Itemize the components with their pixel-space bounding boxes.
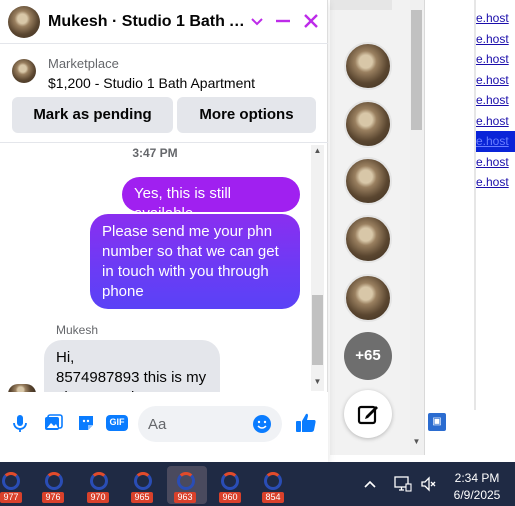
app-icon bbox=[177, 472, 195, 490]
clock-date: 6/9/2025 bbox=[453, 488, 501, 502]
background-link-selected[interactable]: e.host bbox=[476, 131, 515, 152]
chevron-up-icon[interactable] bbox=[363, 478, 377, 492]
background-link[interactable]: e.host bbox=[476, 111, 515, 132]
chat-head-avatar[interactable] bbox=[344, 100, 392, 148]
more-chats-count: +65 bbox=[355, 347, 381, 364]
chat-head-avatar[interactable] bbox=[344, 157, 392, 205]
taskbar-app-button[interactable]: 960 bbox=[211, 466, 251, 504]
notification-badge: 965 bbox=[131, 492, 153, 503]
chat-header[interactable]: Mukesh · Studio 1 Bath Ap... bbox=[0, 0, 328, 44]
notification-badge: 960 bbox=[219, 492, 241, 503]
photo-icon[interactable] bbox=[42, 412, 64, 434]
chat-head-avatar[interactable] bbox=[344, 274, 392, 322]
scroll-up-arrow-icon[interactable]: ▲ bbox=[311, 146, 324, 158]
background-blue-button[interactable]: ▣ bbox=[428, 413, 446, 431]
system-clock[interactable]: 2:34 PM 6/9/2025 bbox=[446, 470, 508, 504]
notification-badge: 977 bbox=[0, 492, 22, 503]
incoming-message-text: Hi, 8574987893 this is my phone number bbox=[56, 349, 207, 392]
outgoing-message[interactable]: Please send me your phn number so that w… bbox=[90, 214, 300, 309]
taskbar-app-button[interactable]: 970 bbox=[80, 466, 120, 504]
background-link[interactable]: e.host bbox=[476, 70, 515, 91]
gif-label: GIF bbox=[109, 417, 125, 427]
background-link[interactable]: e.host bbox=[476, 172, 515, 193]
microphone-icon[interactable] bbox=[9, 412, 31, 434]
background-link[interactable]: e.host bbox=[476, 49, 515, 70]
sticker-icon[interactable] bbox=[75, 412, 97, 434]
marketplace-listing[interactable]: Marketplace $1,200 - Studio 1 Bath Apart… bbox=[0, 52, 328, 92]
panel-top-strip bbox=[330, 0, 392, 10]
chat-window: Mukesh · Studio 1 Bath Ap... Marketplace… bbox=[0, 0, 328, 462]
background-link[interactable]: e.host bbox=[476, 90, 515, 111]
volume-muted-icon[interactable] bbox=[420, 476, 436, 492]
close-icon[interactable] bbox=[300, 10, 322, 32]
taskbar-app-button[interactable]: 977 bbox=[0, 466, 32, 504]
notification-badge: 854 bbox=[262, 492, 284, 503]
clock-time: 2:34 PM bbox=[454, 471, 500, 485]
app-icon bbox=[2, 472, 20, 490]
background-link[interactable]: e.host bbox=[476, 8, 515, 29]
new-message-button[interactable] bbox=[344, 390, 392, 438]
contact-avatar[interactable] bbox=[8, 6, 40, 38]
incoming-message[interactable]: Hi, 8574987893 this is my phone number bbox=[44, 340, 220, 392]
taskbar-app-button[interactable]: 976 bbox=[35, 466, 75, 504]
side-scrollbar-thumb[interactable] bbox=[411, 10, 422, 130]
chat-title[interactable]: Mukesh · Studio 1 Bath Ap... bbox=[48, 13, 248, 31]
background-link[interactable]: e.host bbox=[476, 152, 515, 173]
taskbar-app-button[interactable]: 854 bbox=[254, 466, 294, 504]
chat-head-avatar[interactable] bbox=[344, 215, 392, 263]
listing-title: $1,200 - Studio 1 Bath Apartment bbox=[48, 75, 256, 91]
mark-as-pending-button[interactable]: Mark as pending bbox=[12, 97, 173, 133]
outgoing-message[interactable]: Yes, this is still available bbox=[122, 177, 300, 222]
divider bbox=[0, 142, 328, 143]
windows-taskbar: 977 976 970 965 963 960 854 bbox=[0, 462, 515, 506]
notification-badge: 976 bbox=[42, 492, 64, 503]
more-chats-button[interactable]: +65 bbox=[344, 332, 392, 380]
chat-head-avatar[interactable] bbox=[344, 42, 392, 90]
notification-badge: 970 bbox=[87, 492, 109, 503]
conversation-scrollbar-thumb[interactable] bbox=[312, 295, 323, 365]
taskbar-app-button[interactable]: 965 bbox=[124, 466, 164, 504]
background-link-list: e.host e.host e.host e.host e.host e.hos… bbox=[476, 8, 515, 193]
more-options-button[interactable]: More options bbox=[177, 97, 316, 133]
minimize-icon[interactable] bbox=[272, 10, 294, 32]
message-composer: GIF bbox=[0, 392, 328, 462]
network-icon[interactable] bbox=[394, 476, 412, 492]
gif-button[interactable]: GIF bbox=[105, 412, 129, 434]
chevron-down-icon[interactable] bbox=[246, 10, 268, 32]
sender-name: Mukesh bbox=[56, 323, 99, 337]
taskbar-app-button-active[interactable]: 963 bbox=[167, 466, 207, 504]
app-icon bbox=[264, 472, 282, 490]
listing-thumbnail bbox=[12, 59, 36, 83]
app-icon bbox=[134, 472, 152, 490]
background-link[interactable]: e.host bbox=[476, 29, 515, 50]
app-icon bbox=[221, 472, 239, 490]
app-icon bbox=[90, 472, 108, 490]
listing-kicker: Marketplace bbox=[48, 56, 119, 71]
app-icon bbox=[45, 472, 63, 490]
compose-icon bbox=[357, 405, 378, 425]
scroll-down-arrow-icon[interactable]: ▼ bbox=[411, 437, 422, 451]
emoji-icon[interactable] bbox=[252, 414, 272, 434]
scroll-down-arrow-icon[interactable]: ▼ bbox=[311, 377, 324, 389]
notification-badge: 963 bbox=[174, 492, 196, 503]
message-timestamp: 3:47 PM bbox=[132, 146, 178, 160]
like-thumbs-up-icon[interactable] bbox=[294, 411, 318, 435]
